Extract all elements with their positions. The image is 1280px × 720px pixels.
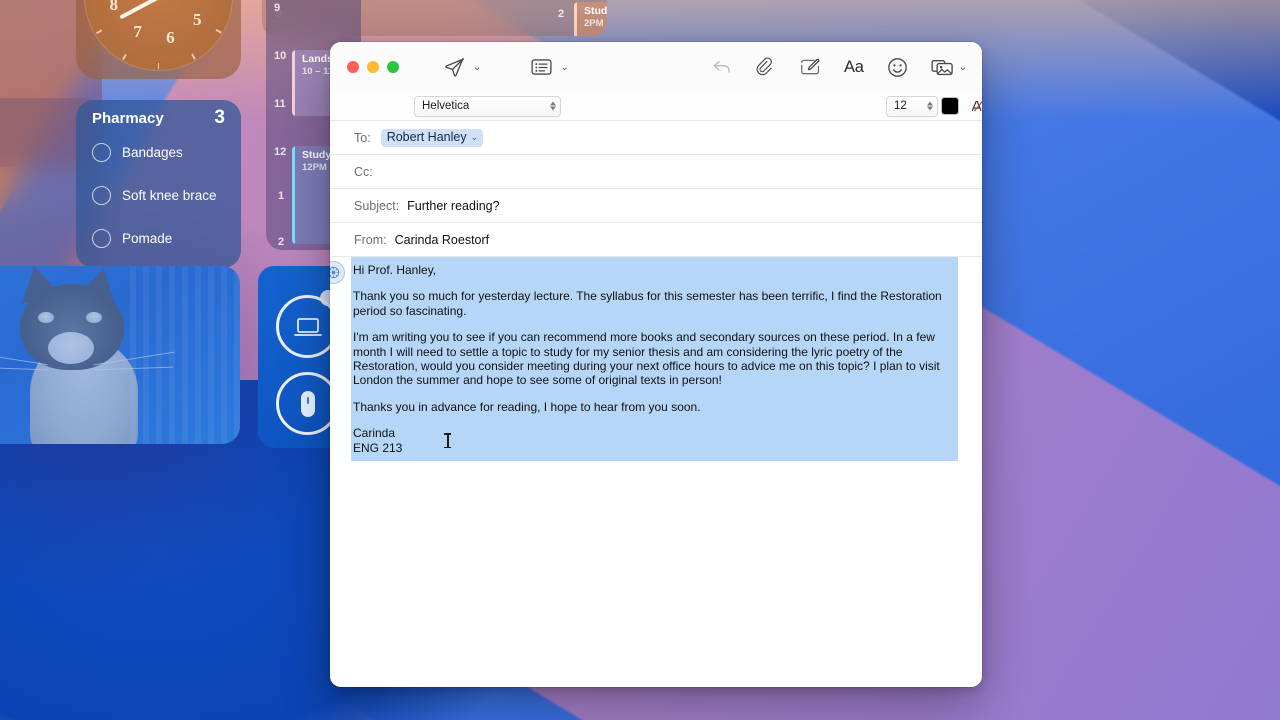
close-button-icon[interactable] (347, 61, 359, 73)
calendar-event-time: 10 – 11 (302, 66, 333, 77)
checkbox-circle-icon[interactable] (92, 229, 111, 248)
stationery-icon (530, 57, 553, 77)
calendar-event-time: 12PM (302, 162, 327, 173)
cc-field-row[interactable]: Cc: (330, 155, 982, 189)
traffic-light-buttons[interactable] (347, 61, 399, 73)
checkbox-circle-icon[interactable] (92, 186, 111, 205)
from-field-row[interactable]: From: Carinda Roestorf (330, 223, 982, 257)
undo-button[interactable] (711, 58, 733, 76)
pharmacy-count: 3 (214, 107, 225, 129)
clock-number-6: 6 (166, 28, 175, 48)
font-family-stepper-icon[interactable] (550, 102, 556, 111)
calendar-behind-event-title: Study session (584, 5, 607, 17)
pharmacy-item-label: Soft knee brace (122, 188, 217, 203)
photo-blue-tint (0, 266, 240, 444)
pharmacy-item-2[interactable]: Pomade (92, 229, 172, 248)
photo-browser-icon (931, 57, 954, 77)
widget-reminders-pharmacy[interactable]: Pharmacy 3 Bandages Soft knee brace Poma… (76, 100, 241, 268)
clock-number-8: 8 (110, 0, 119, 15)
recipient-chevron-down-icon[interactable]: ⌄ (471, 132, 479, 143)
attach-button[interactable] (756, 56, 776, 78)
calendar-hour-10: 10 (274, 50, 286, 62)
subject-value: Further reading? (407, 199, 499, 213)
pharmacy-item-label: Pomade (122, 231, 172, 246)
send-options-chevron-down-icon[interactable]: ⌄ (470, 62, 484, 73)
attachment-icon (756, 56, 776, 78)
text-cursor-icon (447, 433, 448, 448)
clock-number-5: 5 (193, 10, 202, 30)
compose-header-fields: To: Robert Hanley ⌄ Cc: Subject: Further… (330, 121, 982, 257)
highlight-color-button[interactable] (968, 96, 982, 116)
mail-compose-window[interactable]: ⌄ ⌄ (330, 42, 982, 687)
pharmacy-item-1[interactable]: Soft knee brace (92, 186, 217, 205)
body-paragraph-greeting: Hi Prof. Hanley, (353, 263, 950, 277)
calendar-hour-2: 2 (278, 236, 284, 248)
font-panel-button[interactable]: Aa (844, 58, 864, 77)
to-field-row[interactable]: To: Robert Hanley ⌄ (330, 121, 982, 155)
calendar-event-title: Study (302, 149, 331, 161)
format-toolbar: Helvetica 12 B I U S (330, 92, 982, 121)
message-body-text[interactable]: Hi Prof. Hanley, Thank you so much for y… (351, 263, 958, 455)
body-paragraph-2: I'm am writing you to see if you can rec… (353, 330, 950, 388)
body-paragraph-3: Thanks you in advance for reading, I hop… (353, 400, 950, 414)
to-label: To: (354, 131, 371, 145)
undo-icon (711, 58, 733, 76)
markup-button[interactable] (799, 57, 821, 77)
recipient-name: Robert Hanley (387, 130, 467, 144)
clock-face: 9 8 7 6 5 4 3 (84, 0, 233, 71)
widget-photos[interactable] (0, 266, 240, 444)
font-family-select[interactable]: Helvetica (414, 96, 561, 117)
body-signature: Carinda ENG 213 (353, 426, 950, 455)
emoji-button[interactable] (887, 57, 908, 78)
calendar-hour-1: 1 (278, 190, 284, 202)
photo-browser-button[interactable] (931, 57, 954, 77)
emoji-icon (887, 57, 908, 78)
subject-label: Subject: (354, 199, 399, 213)
signature-name: Carinda (353, 426, 395, 440)
selection-handle-icon[interactable] (330, 262, 344, 283)
message-body-selection[interactable]: Hi Prof. Hanley, Thank you so much for y… (351, 257, 958, 461)
font-size-select[interactable]: 12 (886, 96, 938, 117)
subject-field-row[interactable]: Subject: Further reading? (330, 189, 982, 223)
calendar-hour-12: 12 (274, 146, 286, 158)
font-family-value: Helvetica (422, 100, 469, 112)
highlight-icon (970, 99, 983, 114)
calendar-behind-hour-2: 2 (558, 8, 564, 20)
send-button[interactable] (443, 56, 466, 79)
clock-number-7: 7 (133, 22, 142, 42)
window-titlebar: ⌄ ⌄ (330, 42, 982, 92)
pharmacy-item-0[interactable]: Bandages (92, 143, 183, 162)
calendar-behind-event-time: 2PM (584, 18, 604, 29)
recipient-token-robert-hanley[interactable]: Robert Hanley ⌄ (381, 129, 483, 147)
selection-badge-icon (330, 266, 340, 279)
calendar-behind-event[interactable]: Study session 2PM (574, 2, 607, 36)
zoom-button-icon[interactable] (387, 61, 399, 73)
markup-icon (799, 57, 821, 77)
calendar-hour-11: 11 (274, 98, 286, 110)
text-color-swatch[interactable] (942, 98, 958, 114)
checkbox-circle-icon[interactable] (92, 143, 111, 162)
pharmacy-title: Pharmacy (92, 110, 164, 127)
signature-course: ENG 213 (353, 441, 402, 455)
laptop-icon (293, 316, 323, 338)
cc-label: Cc: (354, 165, 373, 179)
message-body[interactable]: Hi Prof. Hanley, Thank you so much for y… (330, 257, 982, 687)
font-size-stepper-icon[interactable] (927, 102, 933, 111)
desktop: aise of cuts 9 8 7 6 5 4 3 (0, 0, 1280, 720)
pharmacy-item-label: Bandages (122, 145, 183, 160)
mouse-icon (298, 389, 318, 419)
minimize-button-icon[interactable] (367, 61, 379, 73)
font-size-value: 12 (894, 100, 907, 112)
photo-browser-chevron-down-icon[interactable]: ⌄ (956, 62, 970, 73)
body-paragraph-1: Thank you so much for yesterday lecture.… (353, 289, 950, 318)
from-value: Carinda Roestorf (395, 233, 490, 247)
stationery-options-chevron-down-icon[interactable]: ⌄ (557, 62, 571, 73)
send-icon (443, 56, 466, 79)
stationery-button[interactable] (530, 57, 553, 77)
widget-clock[interactable]: 9 8 7 6 5 4 3 (76, 0, 241, 79)
calendar-hour-9: 9 (274, 2, 280, 14)
from-label: From: (354, 233, 387, 247)
